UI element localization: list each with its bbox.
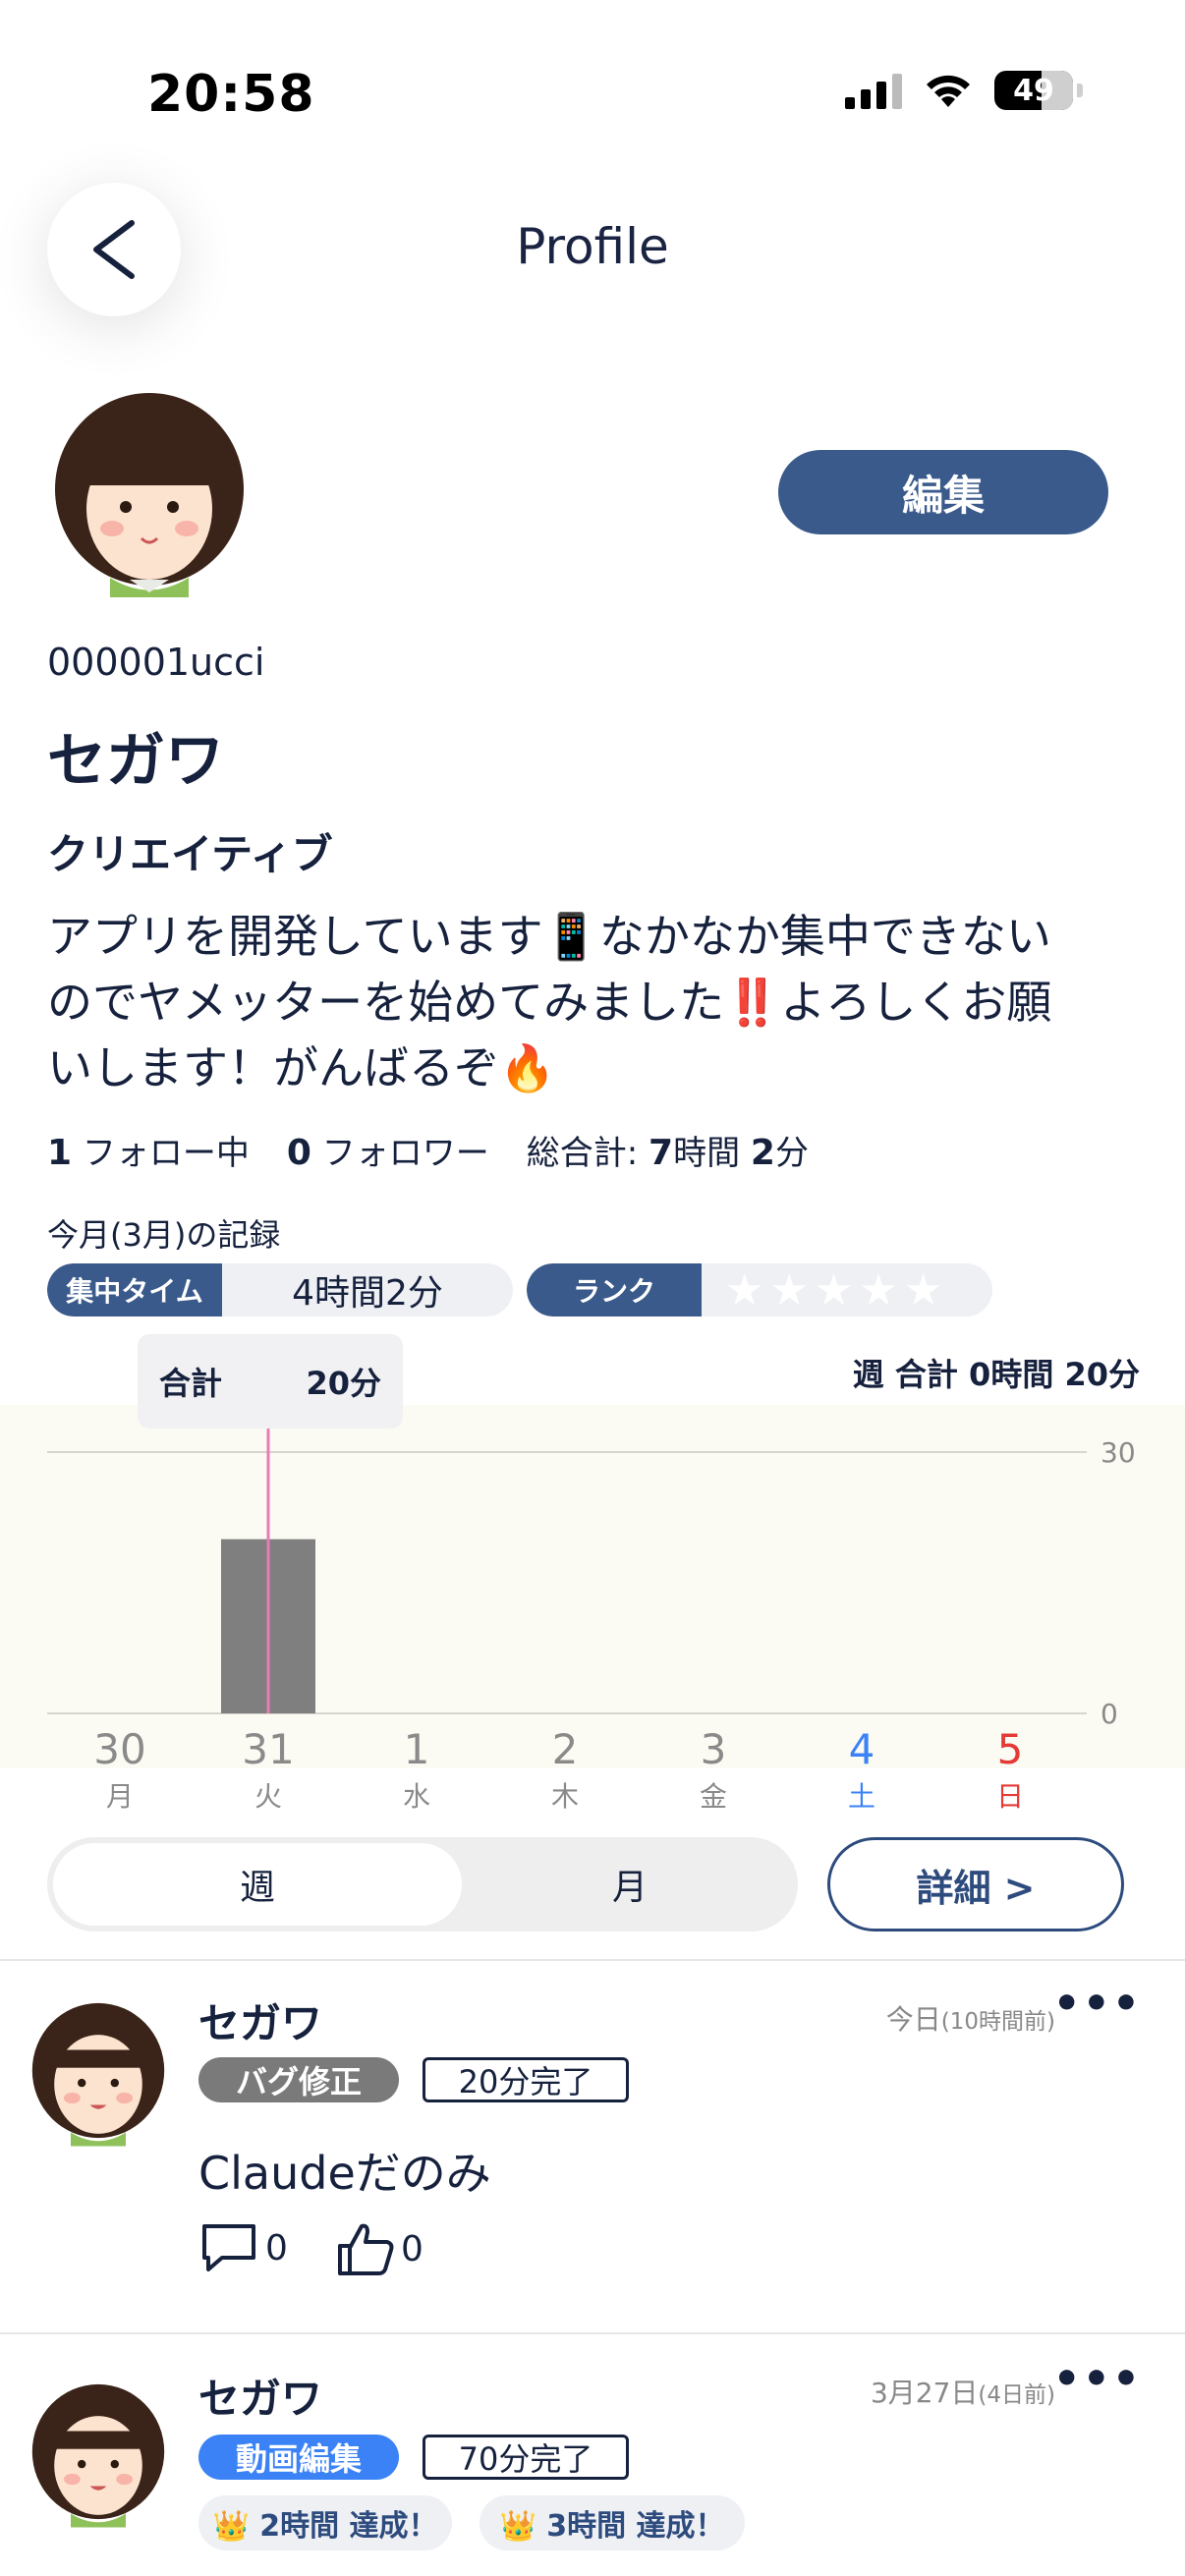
tab-month[interactable]: 月 [462,1837,798,1932]
category-tag: 動画編集 [198,2435,399,2480]
like-count: 0 [401,2228,423,2269]
y-tick-label: 30 [1100,1436,1136,1469]
post-author[interactable]: セガワ [198,2366,322,2426]
more-options-icon[interactable]: ••• [1053,1979,1142,2029]
battery-level: 49 [1013,73,1054,108]
post-time: 今日(10時間前) [885,2003,1055,2036]
focus-time-value: 4時間2分 [292,1273,443,1314]
rank-label: ランク [527,1263,702,1316]
day-number: 5 [996,1725,1024,1773]
post-author[interactable]: セガワ [198,1990,322,2050]
avatar[interactable] [51,391,248,597]
focus-time-pill: 集中タイム 4時間2分 [47,1263,513,1316]
more-options-icon[interactable]: ••• [1053,2354,1142,2404]
following-link[interactable]: 1 フォロー中 [47,1126,250,1174]
day-weekday: 水 [402,1780,430,1813]
day-weekday: 土 [847,1780,875,1813]
day-weekday: 火 [254,1780,282,1813]
day-number: 31 [242,1725,295,1773]
rank-star-icon: ★ [903,1264,943,1316]
achievement-badge: 👑 2時間 達成！ [198,2495,452,2550]
status-icons: 49 [845,71,1083,110]
weekly-bar-chart[interactable]: 0 30 [0,1405,1185,1768]
tooltip-value: 20分 [306,1365,381,1402]
followers-link[interactable]: 0 フォロワー [287,1126,489,1174]
x-tick-label[interactable]: 30 月 [61,1725,179,1815]
comment-icon [202,2224,255,2271]
x-tick-label[interactable]: 3金 [654,1725,772,1815]
cellular-signal-icon [845,72,902,109]
battery-icon: 49 [994,71,1073,110]
display-name: セガワ [47,727,224,796]
day-number: 4 [848,1725,875,1773]
x-tick-label[interactable]: 2木 [506,1725,624,1815]
day-number: 3 [700,1725,727,1773]
y-tick-label: 0 [1100,1698,1118,1730]
total-time: 総合計: 7時間 2分 [526,1133,809,1173]
tab-week[interactable]: 週 [53,1843,462,1926]
day-weekday: 日 [995,1780,1024,1813]
x-tick-label[interactable]: 5日 [951,1725,1069,1815]
thumbs-up-icon [338,2223,394,2275]
occupation: クリエイティブ [47,830,333,878]
profile-stats: 1 フォロー中 0 フォロワー 総合計: 7時間 2分 [47,1126,809,1174]
day-number: 1 [403,1725,430,1773]
comment-count: 0 [265,2227,288,2268]
category-tag: バグ修正 [198,2057,399,2102]
avatar[interactable] [29,2381,167,2529]
edit-profile-button[interactable]: 編集 [778,450,1108,534]
comment-button[interactable]: 0 [198,2220,288,2275]
post-item[interactable]: セガワ 今日(10時間前) ••• バグ修正 20分完了 Claudeだのみ 0… [0,1959,1185,2332]
wifi-icon [927,75,970,107]
bio: アプリを開発しています📱なかなか集中できないのでヤメッターを始めてみました‼️よ… [47,910,1052,1094]
post-time: 3月27日(4日前) [870,2377,1055,2409]
day-number: 2 [551,1725,579,1773]
monthly-record-title: 今月(3月)の記録 [47,1216,281,1254]
rank-star-icon: ★ [725,1264,764,1316]
rank-pill: ランク ★ ★ ★ ★ ★ [527,1263,992,1316]
post-body: Claudeだのみ [198,2147,491,2200]
rank-star-icon: ★ [769,1264,809,1316]
rank-star-icon: ★ [859,1264,898,1316]
day-weekday: 木 [550,1780,579,1813]
tooltip-label: 合計 [159,1365,223,1402]
week-total: 週 合計 0時間 20分 [852,1356,1140,1393]
avatar[interactable] [29,2000,167,2148]
status-time: 20:58 [147,65,315,124]
x-tick-label[interactable]: 31 火 [209,1725,327,1815]
achievement-badge: 👑 3時間 達成！ [480,2495,745,2550]
x-tick-label[interactable]: 4土 [803,1725,921,1815]
like-button[interactable]: 0 [336,2220,423,2277]
day-weekday: 金 [699,1780,727,1813]
detail-button[interactable]: 詳細 > [827,1837,1124,1932]
rank-star-icon: ★ [814,1264,854,1316]
user-id: 000001ucci [47,641,265,684]
rank-stars: ★ ★ ★ ★ ★ [702,1263,942,1316]
duration-badge: 70分完了 [423,2435,629,2480]
period-toggle: 週 月 [47,1837,798,1932]
duration-badge: 20分完了 [423,2057,629,2102]
day-number: 30 [93,1725,146,1773]
post-item[interactable]: セガワ 3月27日(4日前) ••• 動画編集 70分完了 👑 2時間 達成！ … [0,2332,1185,2576]
day-weekday: 月 [105,1780,134,1813]
focus-time-label: 集中タイム [47,1263,222,1316]
x-tick-label[interactable]: 1水 [358,1725,476,1815]
page-title: Profile [516,218,669,275]
